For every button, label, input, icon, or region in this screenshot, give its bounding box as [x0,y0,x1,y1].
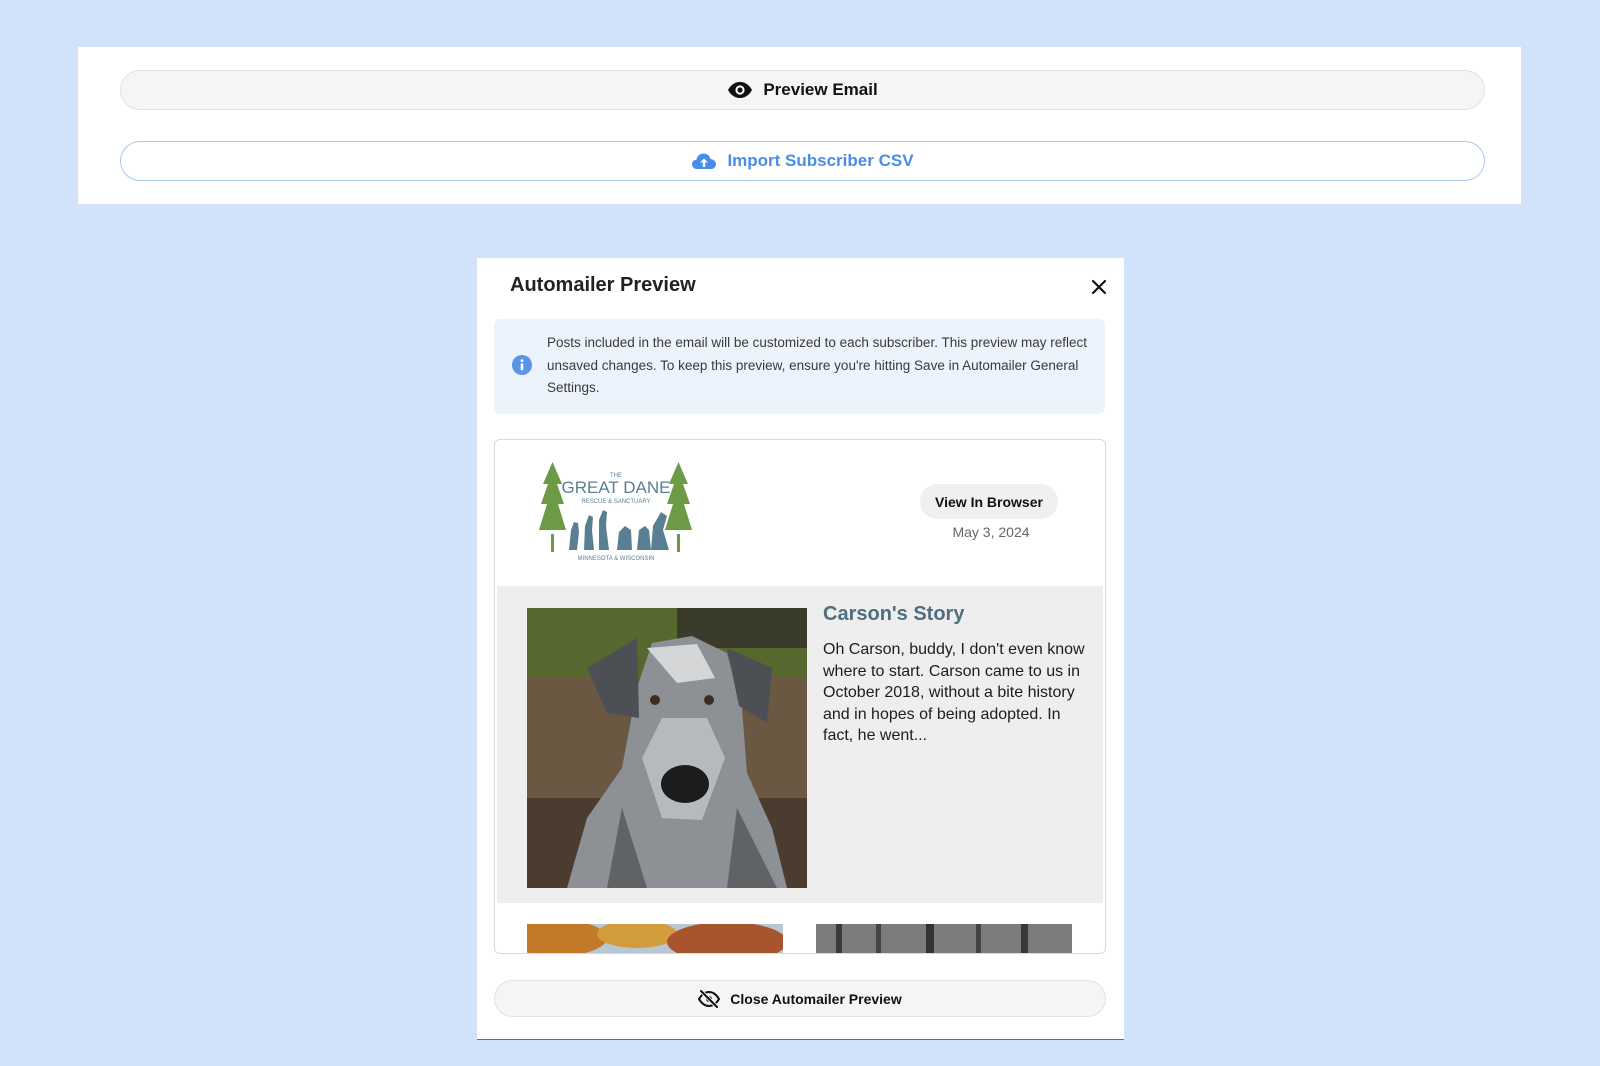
close-automailer-preview-label: Close Automailer Preview [730,990,902,1007]
modal-title: Automailer Preview [510,274,696,296]
post-thumbnail-woods[interactable] [816,924,1072,953]
email-date: May 3, 2024 [952,524,1030,540]
post-thumbnail-autumn[interactable] [527,924,783,953]
story-excerpt: Oh Carson, buddy, I don't even know wher… [823,641,1085,744]
info-text: Posts included in the email will be cust… [547,335,1087,395]
automailer-preview-modal: Automailer Preview Posts included in the… [477,258,1124,1040]
logo-text-location: MINNESOTA & WISCONSIN [578,556,655,562]
import-subscriber-csv-label: Import Subscriber CSV [727,151,914,170]
view-in-browser-button[interactable]: View In Browser [920,484,1058,519]
eye-off-icon [698,989,721,1008]
story-photo-great-dane[interactable] [527,608,807,888]
top-actions-panel: Preview Email Import Subscriber CSV [78,47,1521,204]
logo-text-rescue: RESCUE & SANCTUARY [581,499,650,505]
cloud-upload-icon [691,152,717,170]
eye-icon [727,81,753,99]
logo-text-great-dane: GREAT DANE [562,478,671,497]
great-dane-rescue-logo: THE GREAT DANE RESCUE & SANCTUARY MINNES… [539,460,693,562]
info-notice: Posts included in the email will be cust… [494,319,1105,414]
info-icon [512,355,532,380]
preview-email-button[interactable]: Preview Email [120,70,1485,110]
close-icon[interactable] [1088,276,1110,298]
import-subscriber-csv-button[interactable]: Import Subscriber CSV [120,141,1485,181]
story-card: Carson's Story Oh Carson, buddy, I don't… [497,586,1103,903]
close-automailer-preview-button[interactable]: Close Automailer Preview [494,980,1106,1017]
story-title-link[interactable]: Carson's Story [823,603,964,626]
email-preview-frame[interactable]: THE GREAT DANE RESCUE & SANCTUARY MINNES… [494,439,1106,954]
preview-email-label: Preview Email [763,80,878,99]
